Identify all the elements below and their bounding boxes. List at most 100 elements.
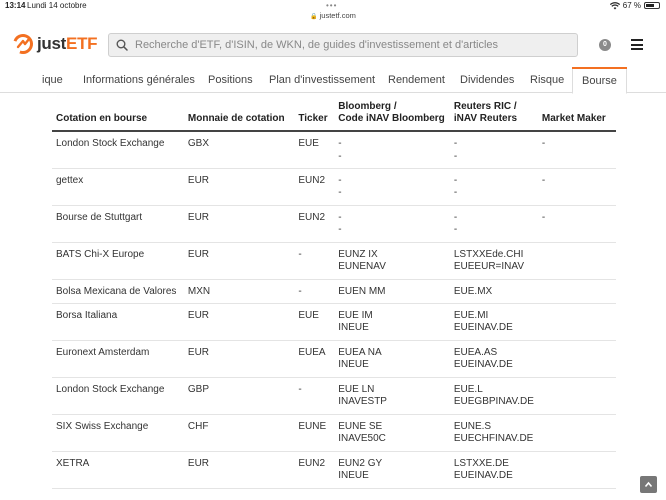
ticker-cell: EUE — [294, 131, 335, 169]
tab-positions[interactable]: Positions — [208, 67, 253, 93]
col-header-exchange: Cotation en bourse — [52, 99, 184, 132]
exchange-cell: BATS Chi-X Europe — [52, 242, 184, 280]
ticker-cell: - — [294, 242, 335, 280]
table-row: gettex EUR EUN2- - - - - — [52, 168, 616, 206]
table-row: Euronext Amsterdam EUR EUEA EUEA NA INEUE EUE… — [52, 340, 616, 378]
reuters-cell: -- — [449, 131, 538, 169]
bloomberg-cell: EUEA NA INEUE — [334, 340, 450, 378]
table-row: Bolsa Mexicana de Valores MXN - EUEN MM EUE.… — [52, 279, 616, 304]
currency-cell: EUR — [183, 242, 295, 280]
url-text: justetf.com — [319, 11, 356, 20]
reuters-cell: EUNE.S EUECHFINAV.DE — [449, 414, 538, 452]
reuters-cell-line: LSTXXE.DE — [453, 457, 509, 469]
tab-performance[interactable]: Rendement — [388, 67, 445, 93]
reuters-cell-line: EUE.L — [453, 383, 483, 395]
reuters-cell: EUE.MX — [449, 279, 538, 304]
reuters-cell-line: EUEEUR=INAV — [453, 261, 524, 272]
reuters-cell: EUE.MI EUEINAV.DE — [449, 303, 538, 341]
currency-cell: EUR — [183, 168, 295, 206]
bloomberg-cell: EUNZ IX EUNENAV — [334, 242, 450, 280]
bloomberg-cell-line: EUE LN — [338, 383, 375, 395]
exchange-cell: Bourse de Stuttgart — [52, 205, 184, 243]
notification-badge[interactable]: 0 — [599, 39, 611, 51]
reuters-cell-line: EUEINAV.DE — [453, 322, 513, 333]
currency-cell: EUR — [183, 303, 295, 341]
status-time: 13:14 — [5, 1, 26, 10]
tab-risk[interactable]: Risque — [530, 67, 564, 93]
reuters-cell-line: - — [453, 211, 458, 223]
bloomberg-cell-line: INAVE50C — [338, 433, 386, 444]
tab-investment-plan[interactable]: Plan d'investissement — [269, 67, 375, 93]
table-row: London Stock Exchange GBX EUE - - - - - — [52, 131, 616, 169]
exchange-cell: Euronext Amsterdam — [52, 340, 184, 378]
bloomberg-cell-line: INAVESTP — [338, 396, 387, 407]
scroll-to-top-button[interactable] — [640, 476, 657, 493]
reuters-cell: EUE.L EUEGBPINAV.DE — [449, 377, 538, 415]
ticker-cell: - — [294, 279, 335, 304]
market-maker-cell — [537, 451, 616, 489]
currency-cell: EUR — [183, 205, 295, 243]
col-header-ticker: Ticker — [294, 99, 335, 132]
wifi-icon — [609, 1, 620, 9]
ticker-cell: EUNE — [294, 414, 335, 452]
search-input[interactable]: Recherche d'ETF, d'ISIN, de WKN, de guid… — [108, 33, 578, 57]
bloomberg-cell-line: - — [338, 187, 342, 198]
reuters-cell-line: EUE.MI — [453, 309, 489, 321]
table-row: Bourse de Stuttgart EUR EUN2- - - - - — [52, 205, 616, 243]
reuters-cell: -- — [449, 205, 538, 243]
bloomberg-cell: -- — [334, 131, 450, 169]
ticker-cell: EUEA — [294, 340, 335, 378]
table-row: Borsa Italiana EUR EUE EUE IM INEUE EUE.MI EUE… — [52, 303, 616, 341]
tab-partial[interactable]: ique — [42, 67, 63, 93]
ticker-cell: EUN2 — [294, 451, 335, 489]
bloomberg-cell-line: EUN2 GY — [338, 457, 383, 469]
exchange-cell: London Stock Exchange — [52, 377, 184, 415]
tab-dividends[interactable]: Dividendes — [460, 67, 514, 93]
table-header-row: Cotation en bourse Monnaie de cotation T… — [52, 99, 616, 132]
bloomberg-cell: EUEN MM — [334, 279, 450, 304]
hamburger-menu-icon[interactable] — [631, 39, 643, 50]
col-header-market-maker: Market Maker — [537, 99, 616, 132]
market-maker-cell: - — [537, 131, 616, 169]
search-icon — [109, 39, 135, 51]
reuters-cell-line: EUEGBPINAV.DE — [453, 396, 534, 407]
tab-exchange[interactable]: Bourse — [572, 67, 627, 94]
exchange-cell: gettex — [52, 168, 184, 206]
listings-table: Cotation en bourse Monnaie de cotation T… — [52, 99, 616, 489]
exchange-cell: SIX Swiss Exchange — [52, 414, 184, 452]
bloomberg-cell-line: - — [338, 150, 342, 162]
bloomberg-cell: -- — [334, 205, 450, 243]
reuters-cell-line: - — [453, 174, 458, 186]
currency-cell: EUR — [183, 340, 295, 378]
status-right: 67 % — [609, 1, 660, 10]
bloomberg-cell-line: EUNZ IX — [338, 248, 378, 260]
currency-cell: MXN — [183, 279, 295, 304]
battery-icon — [644, 2, 660, 9]
multitask-dots-icon[interactable]: ••• — [326, 1, 337, 10]
battery-percent: 67 % — [622, 1, 641, 10]
logo-text: justETF — [37, 34, 98, 53]
table-row: BATS Chi-X Europe EUR - EUNZ IX EUNENAV LSTXX… — [52, 242, 616, 280]
chevron-up-icon — [644, 481, 653, 488]
market-maker-cell — [537, 242, 616, 280]
col-header-bloomberg: Bloomberg / Code iNAV Bloomberg — [334, 99, 450, 132]
bloomberg-cell-line: - — [338, 224, 342, 235]
market-maker-cell — [537, 279, 616, 304]
currency-cell: EUR — [183, 451, 295, 489]
browser-url-bar[interactable]: 🔒 justetf.com — [0, 11, 666, 20]
search-placeholder: Recherche d'ETF, d'ISIN, de WKN, de guid… — [135, 39, 499, 51]
reuters-cell: -- — [449, 168, 538, 206]
bloomberg-cell-line: - — [338, 138, 342, 149]
reuters-cell-line: - — [453, 187, 458, 198]
bloomberg-cell-line: INEUE — [338, 359, 369, 370]
tab-general-info[interactable]: Informations générales — [83, 67, 195, 93]
market-maker-cell — [537, 340, 616, 378]
exchange-cell: XETRA — [52, 451, 184, 489]
market-maker-cell: - — [537, 205, 616, 243]
table-row: SIX Swiss Exchange CHF EUNE EUNE SE INAVE50C… — [52, 414, 616, 452]
market-maker-cell — [537, 303, 616, 341]
justetf-logo[interactable]: justETF — [12, 33, 98, 55]
bloomberg-cell-line: INEUE — [338, 322, 369, 333]
bloomberg-cell-line: - — [338, 211, 342, 223]
status-date: Lundi 14 octobre — [27, 1, 87, 10]
